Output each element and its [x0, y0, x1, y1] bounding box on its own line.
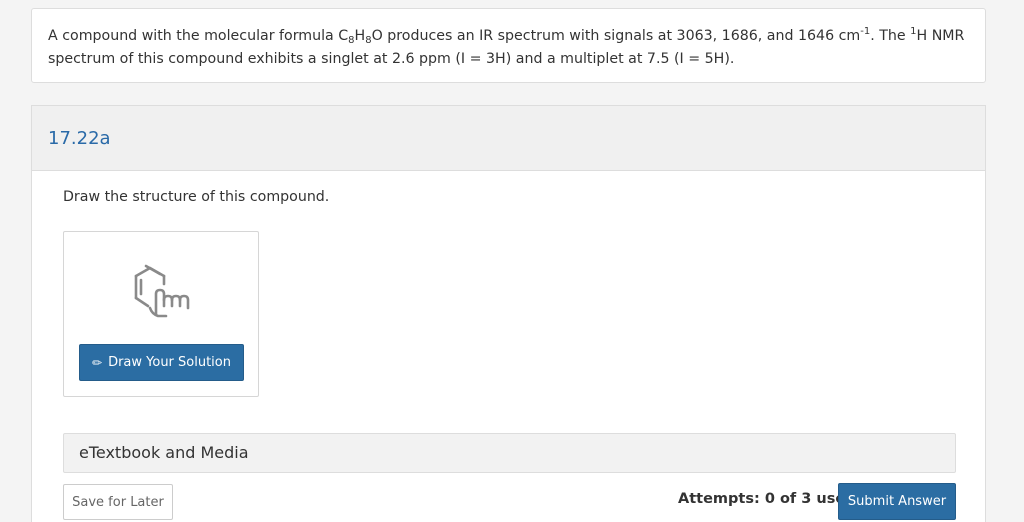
- etextbook-media-toggle[interactable]: eTextbook and Media: [63, 433, 956, 473]
- save-for-later-button[interactable]: Save for Later: [63, 484, 173, 520]
- question-line-2: spectrum of this compound exhibits a sin…: [48, 51, 735, 67]
- molecule-hand-icon: [134, 264, 190, 318]
- question-card: A compound with the molecular formula C8…: [31, 8, 986, 83]
- attempts-counter: Attempts: 0 of 3 used: [678, 491, 856, 507]
- drawing-tool-box: ✏ Draw Your Solution: [63, 231, 259, 397]
- pencil-icon: ✏: [92, 355, 103, 370]
- part-card: 17.22a Draw the structure of this compou…: [31, 105, 986, 522]
- draw-solution-label: Draw Your Solution: [108, 355, 231, 370]
- draw-solution-button[interactable]: ✏ Draw Your Solution: [79, 344, 244, 381]
- question-line-1: A compound with the molecular formula C8…: [48, 26, 965, 46]
- part-header: 17.22a: [32, 106, 985, 171]
- submit-answer-button[interactable]: Submit Answer: [838, 483, 956, 520]
- part-title: 17.22a: [48, 128, 111, 149]
- part-prompt: Draw the structure of this compound.: [63, 189, 330, 205]
